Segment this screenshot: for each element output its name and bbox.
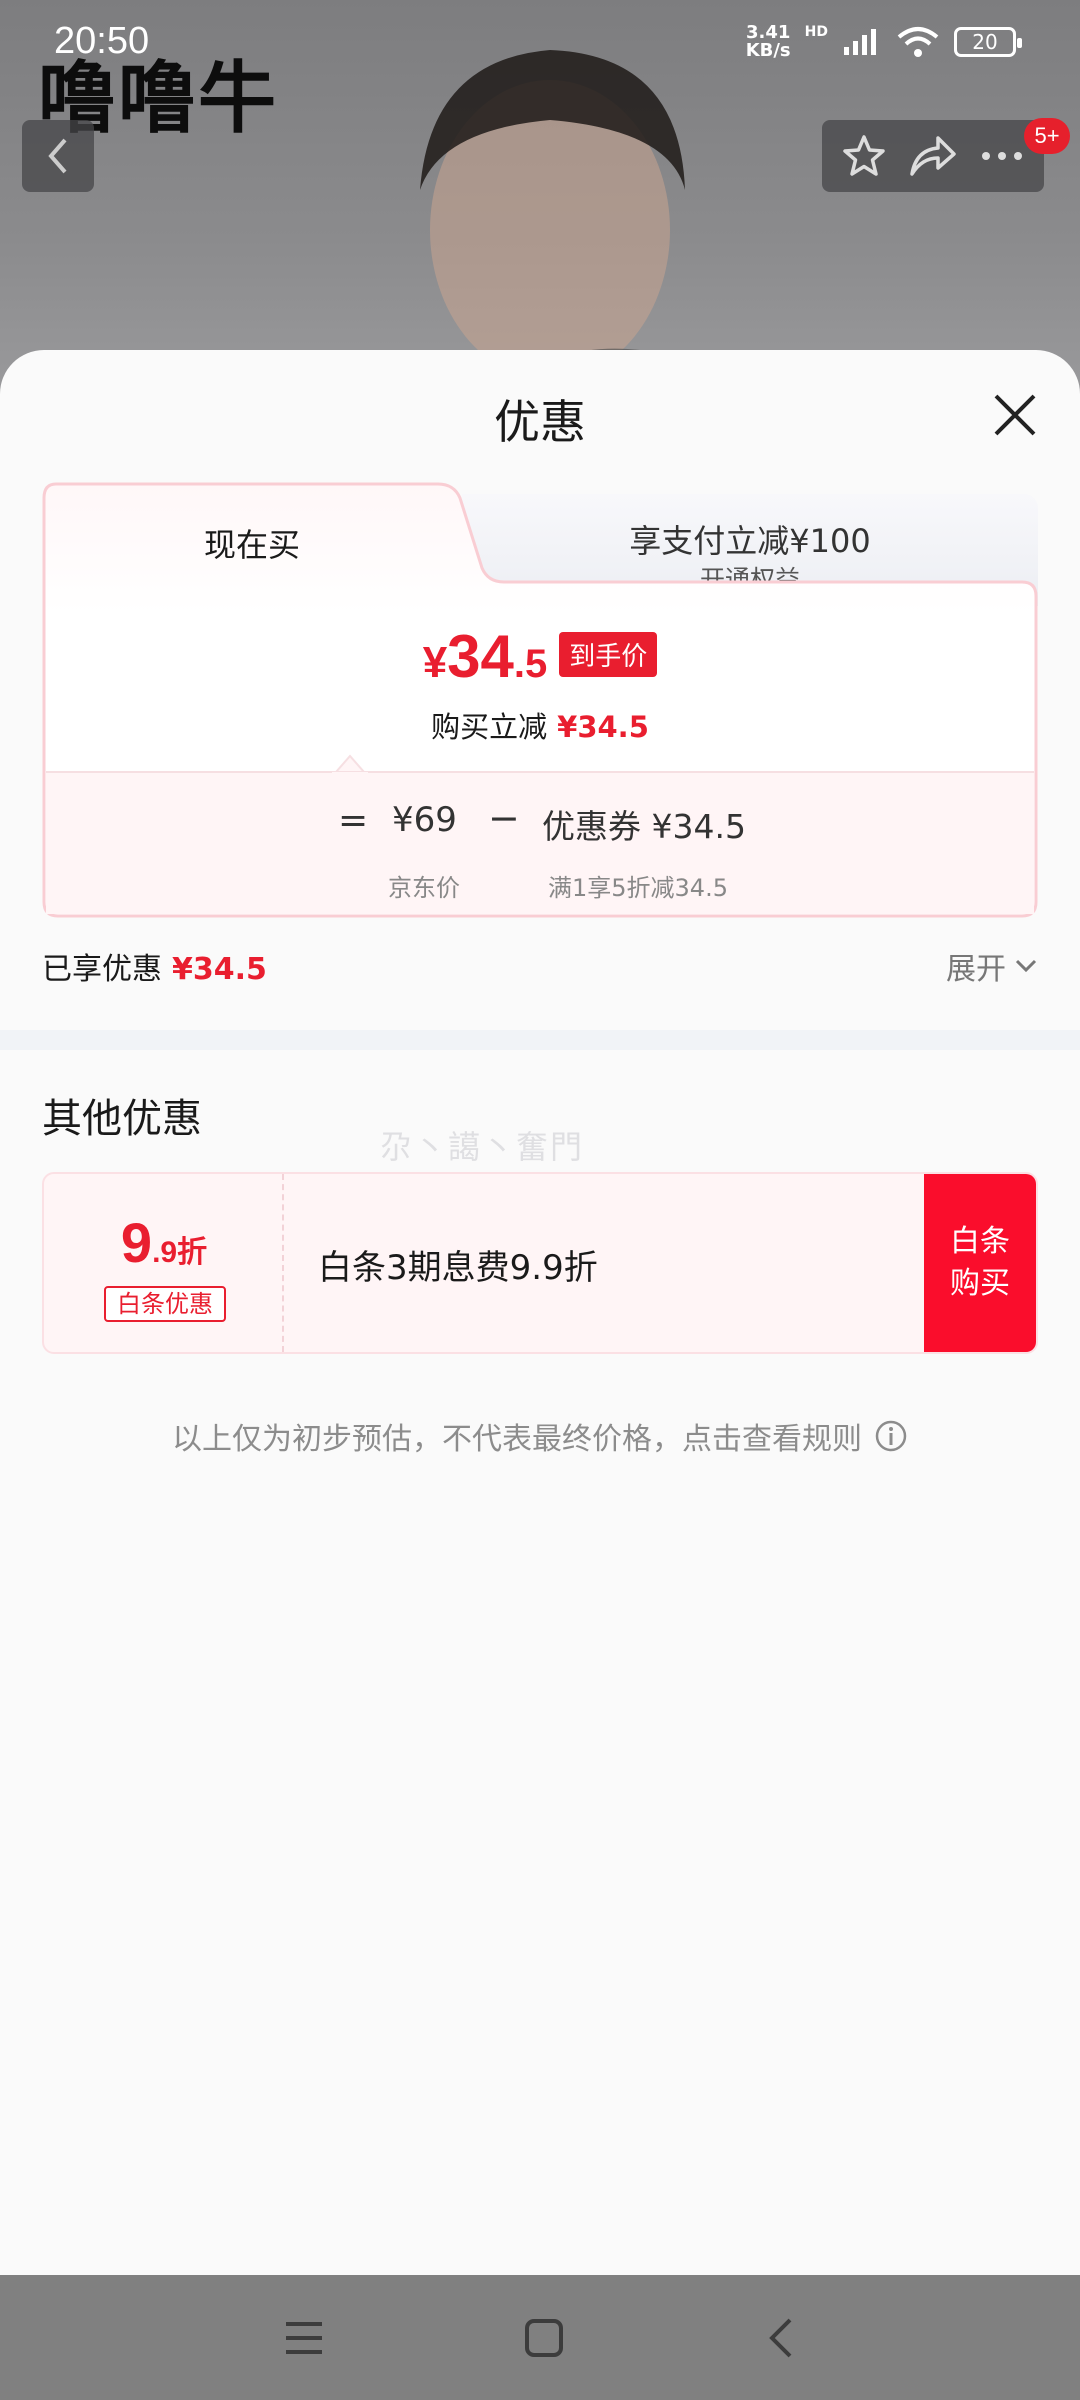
discount-decimal: .9折 <box>152 1236 208 1269</box>
status-time: 20:50 <box>54 20 150 62</box>
enjoyed-discount-row: 已享优惠 ¥34.5 展开 <box>42 944 1038 992</box>
expand-button[interactable]: 展开 <box>946 944 1038 988</box>
coupon-amount: 优惠券 ¥34.5 <box>542 807 746 846</box>
system-nav-bar <box>0 2275 1080 2400</box>
reduction-value: ¥34.5 <box>557 710 649 744</box>
discount-integer: 9 <box>120 1211 153 1274</box>
offer-card: 享支付立减¥100 开通权益 现在买 ¥34.5 到手价 购买立减 ¥34.5 … <box>42 482 1038 918</box>
chevron-left-icon <box>48 138 67 174</box>
price-currency: ¥ <box>422 638 448 687</box>
final-price-tag: 到手价 <box>559 632 658 677</box>
buy-button-line1: 白条 <box>950 1224 1010 1259</box>
status-bar: 20:50 3.41 KB/s HD 20 <box>0 0 1080 90</box>
baitiao-buy-button[interactable]: 白条 购买 <box>924 1174 1036 1352</box>
status-icons: 3.41 KB/s HD 20 <box>746 24 1022 60</box>
expand-label: 展开 <box>946 952 1006 987</box>
faint-watermark: 尕丶譪丶奮門 <box>380 1128 585 1166</box>
notification-badge: 5+ <box>1024 118 1070 154</box>
price-breakdown: = ¥69 − 优惠券 ¥34.5 京东价 满1享5折减34.5 <box>42 792 1038 912</box>
disclaimer-text: 以上仅为初步预估，不代表最终价格，点击查看规则 <box>172 1422 862 1457</box>
offer-description: 白条3期息费9.9折 <box>318 1248 598 1288</box>
more-icon[interactable] <box>978 146 1026 166</box>
back-button[interactable] <box>22 120 94 192</box>
other-offers-title: 其他优惠 <box>42 1096 202 1142</box>
menu-icon[interactable] <box>284 2320 324 2356</box>
enjoyed-discount: 已享优惠 ¥34.5 <box>42 944 267 988</box>
disclaimer-link[interactable]: 以上仅为初步预估，不代表最终价格，点击查看规则 <box>0 1414 1080 1458</box>
sheet-title: 优惠 <box>494 395 586 449</box>
top-action-bar <box>822 120 1044 192</box>
network-speed-unit: KB/s <box>745 40 791 61</box>
jd-price: ¥69 <box>392 800 457 840</box>
section-divider <box>0 1030 1080 1050</box>
star-icon[interactable] <box>840 132 888 180</box>
baitiao-offer-card[interactable]: 9.9折 白条优惠 白条3期息费9.9折 白条 购买 <box>42 1172 1038 1354</box>
purchase-reduction: 购买立减 ¥34.5 <box>42 704 1038 746</box>
wifi-icon <box>897 27 939 57</box>
enjoyed-value: ¥34.5 <box>172 952 267 987</box>
final-price-row: ¥34.5 到手价 <box>42 622 1038 691</box>
offer-card-body: 现在买 ¥34.5 到手价 购买立减 ¥34.5 = ¥69 − 优惠券 ¥34.… <box>42 482 1038 918</box>
battery-indicator: 20 <box>954 27 1022 57</box>
coupon-description: 满1享5折减34.5 <box>548 874 728 902</box>
share-icon[interactable] <box>908 134 958 178</box>
buy-button-line2: 购买 <box>950 1266 1010 1301</box>
price-integer: 34 <box>447 623 514 690</box>
jd-price-label: 京东价 <box>388 874 460 902</box>
network-speed: 3.41 KB/s <box>746 24 791 60</box>
enjoyed-label: 已享优惠 <box>42 952 162 987</box>
info-icon <box>875 1420 907 1452</box>
final-price: ¥34.5 <box>423 622 548 691</box>
back-nav-icon[interactable] <box>764 2316 796 2360</box>
home-icon[interactable] <box>524 2318 564 2358</box>
minus-sign: − <box>488 796 520 840</box>
price-decimal: .5 <box>513 642 548 686</box>
offer-discount: 9.9折 <box>44 1210 284 1275</box>
equals-sign: = <box>338 800 369 841</box>
hd-label: HD <box>804 24 828 40</box>
discount-sheet: 优惠 享支付立减¥100 开通权益 现在买 ¥34.5 到手价 购买立减 ¥34… <box>0 350 1080 2275</box>
signal-icon <box>844 29 876 55</box>
chevron-down-icon <box>1015 959 1037 973</box>
baitiao-badge: 白条优惠 <box>104 1286 226 1322</box>
close-icon[interactable] <box>990 390 1040 440</box>
offer-discount-panel: 9.9折 白条优惠 <box>44 1174 284 1352</box>
reduction-label: 购买立减 <box>431 710 548 744</box>
tab-buy-now[interactable]: 现在买 <box>42 520 462 566</box>
